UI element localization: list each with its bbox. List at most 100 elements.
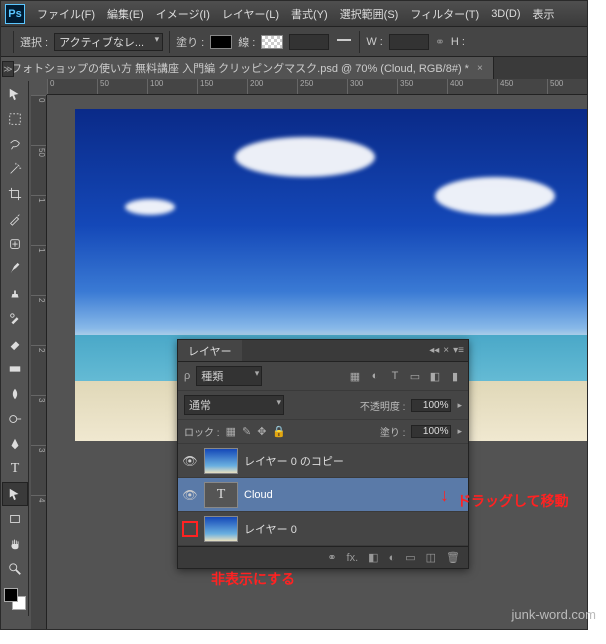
lasso-tool[interactable] (2, 132, 28, 156)
lock-pixels-icon[interactable]: ✎ (242, 425, 251, 438)
stroke-swatch[interactable] (261, 35, 283, 49)
pen-tool[interactable] (2, 432, 28, 456)
filter-adjustment-icon[interactable]: ◐ (368, 369, 382, 383)
document-title: フォトショップの使い方 無料講座 入門編 クリッピングマスク.psd @ 70%… (11, 60, 469, 76)
menu-3d[interactable]: 3D(D) (485, 8, 526, 20)
menu-view[interactable]: 表示 (527, 6, 561, 22)
lock-all-icon[interactable]: 🔒 (272, 425, 286, 438)
collapse-dock-icon[interactable]: ≫ (2, 61, 14, 77)
collapse-panel-icon[interactable]: ◂◂ (429, 345, 439, 356)
fill-label: 塗り : (380, 424, 406, 439)
menu-layer[interactable]: レイヤー(L) (216, 6, 285, 22)
menu-image[interactable]: イメージ(I) (150, 6, 216, 22)
dodge-tool[interactable] (2, 407, 28, 431)
visibility-toggle[interactable]: 👁 (182, 487, 198, 503)
select-label: 選択 : (20, 34, 48, 50)
adjustment-layer-icon[interactable]: ◐ (389, 552, 396, 564)
watermark: junk-word.com (511, 607, 596, 622)
separator (359, 31, 360, 53)
healing-brush-tool[interactable] (2, 232, 28, 256)
layers-panel[interactable]: レイヤー ◂◂ × ▾≡ ρ 種類 ▦ ◐ T ▭ ◧ ▮ 通常 不透明度 : … (177, 339, 469, 569)
lock-label: ロック : (184, 424, 220, 439)
app-logo: Ps (5, 4, 25, 24)
stroke-width-input[interactable] (289, 34, 329, 50)
layer-thumbnail[interactable] (204, 448, 238, 474)
menu-filter[interactable]: フィルター(T) (404, 6, 485, 22)
photoshop-window: Ps ファイル(F) 編集(E) イメージ(I) レイヤー(L) 書式(Y) 選… (0, 0, 588, 630)
opacity-input[interactable]: 100% (411, 399, 451, 412)
lock-transparency-icon[interactable]: ▦ (226, 425, 236, 438)
width-input[interactable] (389, 34, 429, 50)
menu-select[interactable]: 選択範囲(S) (334, 6, 405, 22)
stroke-label: 線 : (238, 34, 255, 50)
layer-item[interactable]: 👁 レイヤー 0 のコピー (178, 444, 468, 478)
menu-edit[interactable]: 編集(E) (101, 6, 150, 22)
eraser-tool[interactable] (2, 332, 28, 356)
opacity-dropdown-icon[interactable]: ▸ (457, 400, 462, 411)
panel-menu-icon[interactable]: ▾≡ (453, 345, 464, 356)
filter-text-icon[interactable]: T (388, 369, 402, 383)
menu-file[interactable]: ファイル(F) (31, 6, 101, 22)
close-panel-icon[interactable]: × (443, 345, 449, 356)
link-wh-icon[interactable]: ⚭ (435, 35, 445, 49)
fill-dropdown-icon[interactable]: ▸ (457, 426, 462, 437)
move-tool[interactable] (2, 82, 28, 106)
filter-smart-icon[interactable]: ◧ (428, 369, 442, 383)
menu-type[interactable]: 書式(Y) (285, 6, 334, 22)
separator (13, 31, 14, 53)
layer-name[interactable]: レイヤー 0 (244, 521, 297, 537)
opacity-label: 不透明度 : (360, 398, 406, 413)
layer-name[interactable]: Cloud (244, 489, 273, 501)
delete-layer-icon[interactable]: 🗑 (446, 551, 460, 564)
ruler-vertical[interactable]: 0501122334 (31, 95, 47, 629)
clone-stamp-tool[interactable] (2, 282, 28, 306)
separator (169, 31, 170, 53)
layer-name[interactable]: レイヤー 0 のコピー (244, 453, 344, 469)
gradient-tool[interactable] (2, 357, 28, 381)
filter-toggle[interactable]: ▮ (448, 369, 462, 383)
hand-tool[interactable] (2, 532, 28, 556)
select-dropdown[interactable]: アクティブなレ... (54, 33, 163, 51)
layer-item[interactable]: レイヤー 0 (178, 512, 468, 546)
fill-input[interactable]: 100% (411, 425, 451, 438)
history-brush-tool[interactable] (2, 307, 28, 331)
search-icon: ρ (184, 370, 190, 382)
type-tool[interactable]: T (2, 457, 28, 481)
visibility-toggle[interactable]: 👁 (182, 453, 198, 469)
blur-tool[interactable] (2, 382, 28, 406)
layer-style-icon[interactable]: fx. (347, 552, 359, 564)
document-tab[interactable]: フォトショップの使い方 無料講座 入門編 クリッピングマスク.psd @ 70%… (1, 57, 494, 79)
lock-position-icon[interactable]: ✥ (257, 425, 266, 438)
magic-wand-tool[interactable] (2, 157, 28, 181)
ruler-horizontal[interactable]: 050100150200250300350400450500550600 (47, 79, 587, 95)
new-layer-icon[interactable]: ◫ (426, 551, 436, 564)
rectangle-tool[interactable] (2, 507, 28, 531)
brush-tool[interactable] (2, 257, 28, 281)
marquee-tool[interactable] (2, 107, 28, 131)
layer-thumbnail[interactable] (204, 516, 238, 542)
filter-pixel-icon[interactable]: ▦ (348, 369, 362, 383)
color-swatches (1, 582, 28, 616)
layer-mask-icon[interactable]: ◧ (368, 551, 378, 564)
stroke-options-icon[interactable] (335, 33, 353, 51)
layer-item[interactable]: 👁 T Cloud (178, 478, 468, 512)
layers-tab[interactable]: レイヤー (178, 340, 242, 361)
zoom-tool[interactable] (2, 557, 28, 581)
panel-header: レイヤー ◂◂ × ▾≡ (178, 340, 468, 362)
path-selection-tool[interactable] (2, 482, 28, 506)
filter-shape-icon[interactable]: ▭ (408, 369, 422, 383)
crop-tool[interactable] (2, 182, 28, 206)
link-layers-icon[interactable]: ⚭ (327, 551, 336, 564)
options-bar: 選択 : アクティブなレ... 塗り : 線 : W : ⚭ H : (1, 27, 587, 57)
close-tab-icon[interactable]: × (477, 63, 483, 74)
blend-opacity-row: 通常 不透明度 : 100% ▸ (178, 391, 468, 420)
eyedropper-tool[interactable] (2, 207, 28, 231)
blend-mode-select[interactable]: 通常 (184, 395, 284, 415)
filter-type-select[interactable]: 種類 (196, 366, 262, 386)
fill-swatch[interactable] (210, 35, 232, 49)
visibility-toggle[interactable] (182, 521, 198, 537)
new-group-icon[interactable]: ▭ (405, 551, 415, 564)
panel-footer: ⚭ fx. ◧ ◐ ▭ ◫ 🗑 (178, 546, 468, 568)
layer-thumbnail[interactable]: T (204, 482, 238, 508)
foreground-color[interactable] (4, 588, 18, 602)
